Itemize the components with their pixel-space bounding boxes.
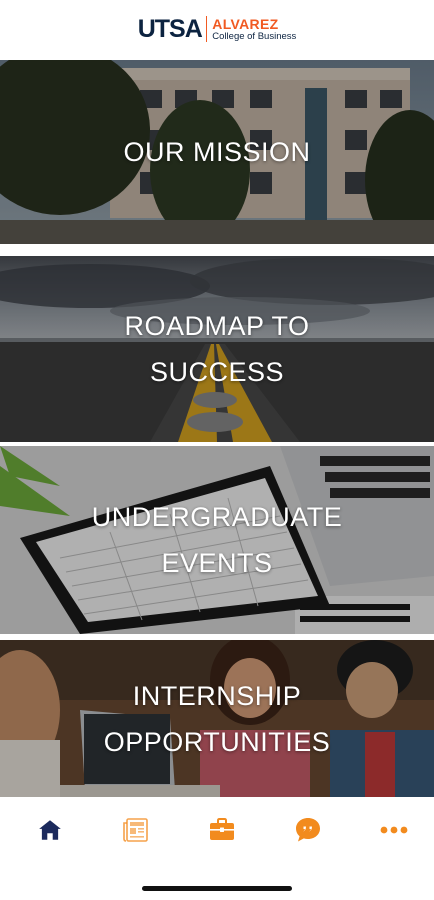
nav-news[interactable] [116,810,156,850]
quote-bubble-icon [296,818,320,842]
more-icon [380,826,408,834]
bottom-navigation-bar [0,797,434,867]
tile-internship-opportunities[interactable]: INTERNSHIP OPPORTUNITIES [0,640,434,797]
tile-label-internship-opportunities: INTERNSHIP OPPORTUNITIES [103,680,331,757]
logo-college-text: College of Business [212,30,297,42]
tile-undergraduate-events[interactable]: UNDERGRADUATE EVENTS [0,446,434,634]
nav-more[interactable] [374,810,414,850]
home-indicator-bar[interactable] [142,886,292,891]
nav-home[interactable] [30,810,70,850]
logo-utsa-text: UTSA [137,14,203,43]
nav-careers[interactable] [202,810,242,850]
app-header: UTSA ALVAREZ College of Business [0,0,434,58]
tile-our-mission[interactable]: OUR MISSION [0,60,434,244]
tile-label-roadmap: ROADMAP TO SUCCESS [124,311,310,387]
logo-divider [205,16,208,42]
tile-label-our-mission: OUR MISSION [123,137,311,167]
home-icon [39,820,61,840]
nav-testimonials[interactable] [288,810,328,850]
newspaper-icon [123,818,148,842]
briefcase-icon [210,818,234,840]
tile-label-undergraduate-events: UNDERGRADUATE EVENTS [91,502,343,578]
tile-roadmap-to-success[interactable]: ROADMAP TO SUCCESS [0,256,434,442]
logo-alvarez-text: ALVAREZ [212,15,279,32]
utsa-alvarez-logo: UTSA ALVAREZ College of Business [137,14,297,44]
